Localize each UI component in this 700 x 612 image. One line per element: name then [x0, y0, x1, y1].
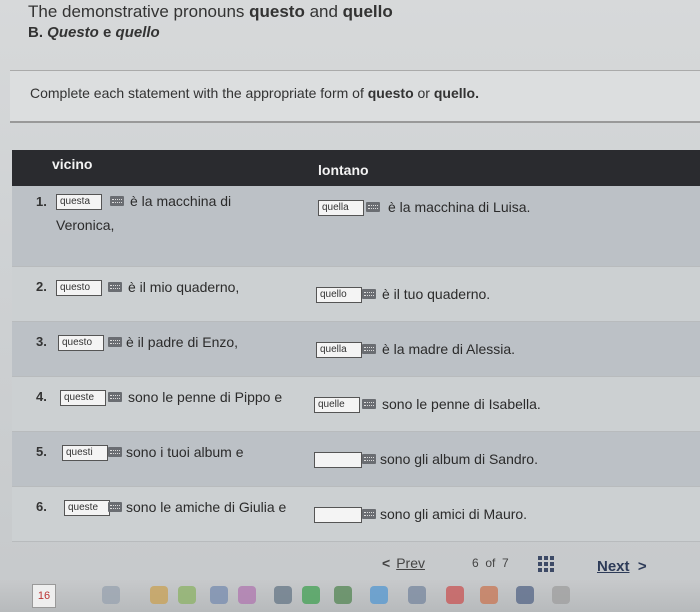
instructions-box: Complete each statement with the appropr… — [10, 70, 700, 123]
answer-input[interactable]: questo — [58, 335, 104, 351]
item-number: 5. — [36, 444, 47, 459]
app-icon[interactable] — [480, 586, 498, 604]
keyboard-icon[interactable] — [362, 399, 376, 409]
section-subtitle: B. Questo e quello — [28, 24, 160, 41]
page: The demonstrative pronouns questo and qu… — [0, 0, 700, 612]
prev-link[interactable]: < Prev — [382, 555, 425, 571]
app-icon[interactable] — [274, 586, 292, 604]
next-link[interactable]: Next > — [597, 558, 647, 575]
phrase-text: è la madre di Alessia. — [382, 341, 516, 357]
phrase-text: è il tuo quaderno. — [382, 286, 491, 302]
table-row: 3. questo è il padre di Enzo, quella è l… — [12, 322, 700, 377]
app-icon[interactable] — [334, 586, 352, 604]
next-label: Next — [597, 558, 630, 575]
phrase-text: sono le penne di Pippo e — [128, 389, 283, 405]
keyboard-icon[interactable] — [362, 344, 376, 354]
chevron-left-icon: < — [382, 555, 391, 571]
instructions-text: Complete each statement with the appropr… — [30, 85, 479, 101]
calendar-icon[interactable]: 16 — [32, 584, 56, 608]
phrase-text: è il padre di Enzo, — [126, 334, 239, 350]
app-icon[interactable] — [102, 586, 120, 604]
table-row: 5. questi sono i tuoi album e sono gli a… — [12, 432, 700, 487]
keyboard-icon[interactable] — [108, 502, 122, 512]
keyboard-icon[interactable] — [108, 392, 122, 402]
phrase-text: sono i tuoi album e — [126, 444, 244, 460]
answer-input-empty[interactable] — [314, 452, 362, 468]
answer-input[interactable]: quella — [318, 200, 364, 216]
header: The demonstrative pronouns questo and qu… — [28, 2, 393, 42]
answer-input[interactable]: queste — [64, 500, 110, 516]
keyboard-icon[interactable] — [362, 454, 376, 464]
keyboard-icon[interactable] — [108, 282, 122, 292]
keyboard-icon[interactable] — [110, 196, 124, 206]
app-icon[interactable] — [178, 586, 196, 604]
column-header-vicino: vicino — [52, 156, 93, 172]
answer-input[interactable]: questa — [56, 194, 102, 210]
keyboard-icon[interactable] — [108, 337, 122, 347]
app-icon[interactable] — [150, 586, 168, 604]
exercise-table: vicino lontano 1. questa è la macchina d… — [12, 150, 700, 542]
phrase-text: sono gli album di Sandro. — [380, 451, 538, 467]
answer-input[interactable]: questi — [62, 445, 108, 461]
app-icon[interactable] — [446, 586, 464, 604]
table-row: 6. queste sono le amiche di Giulia e son… — [12, 487, 700, 542]
table-row: 4. queste sono le penne di Pippo e quell… — [12, 377, 700, 432]
answer-input-empty[interactable] — [314, 507, 362, 523]
phrase-text: sono le penne di Isabella. — [382, 396, 541, 412]
pagination-nav: < Prev 6 of 7 Next > — [0, 553, 700, 583]
answer-input[interactable]: questo — [56, 280, 102, 296]
app-icon[interactable] — [552, 586, 570, 604]
phrase-text: sono gli amici di Mauro. — [380, 506, 528, 522]
page-indicator: 6 of 7 — [472, 556, 509, 570]
app-icon[interactable] — [238, 586, 256, 604]
app-icon[interactable] — [370, 586, 388, 604]
phrase-text: è la macchina di — [130, 193, 232, 209]
answer-input[interactable]: quello — [316, 287, 362, 303]
answer-input[interactable]: quelle — [314, 397, 360, 413]
item-number: 1. — [36, 194, 47, 209]
keyboard-icon[interactable] — [366, 202, 380, 212]
phrase-text: sono le amiche di Giulia e — [126, 499, 287, 515]
keyboard-icon[interactable] — [362, 289, 376, 299]
item-number: 6. — [36, 499, 47, 514]
column-header-lontano: lontano — [318, 162, 369, 178]
app-icon[interactable] — [408, 586, 426, 604]
grid-icon[interactable] — [538, 556, 554, 572]
prev-label: Prev — [396, 555, 425, 571]
table-header: vicino lontano — [12, 150, 700, 186]
answer-input[interactable]: queste — [60, 390, 106, 406]
phrase-text: è la macchina di Luisa. — [388, 199, 531, 215]
app-icon[interactable] — [302, 586, 320, 604]
keyboard-icon[interactable] — [362, 509, 376, 519]
phrase-text: è il mio quaderno, — [128, 279, 240, 295]
chevron-right-icon: > — [637, 558, 647, 575]
app-icon[interactable] — [210, 586, 228, 604]
item-number: 2. — [36, 279, 47, 294]
app-icon[interactable] — [516, 586, 534, 604]
phrase-text-continued: Veronica, — [56, 217, 115, 233]
item-number: 4. — [36, 389, 47, 404]
os-dock: 16 — [0, 580, 700, 612]
item-number: 3. — [36, 334, 47, 349]
page-title: The demonstrative pronouns questo and qu… — [28, 2, 393, 21]
keyboard-icon[interactable] — [108, 447, 122, 457]
table-row: 2. questo è il mio quaderno, quello è il… — [12, 267, 700, 322]
table-row: 1. questa è la macchina di Veronica, que… — [12, 186, 700, 267]
answer-input[interactable]: quella — [316, 342, 362, 358]
